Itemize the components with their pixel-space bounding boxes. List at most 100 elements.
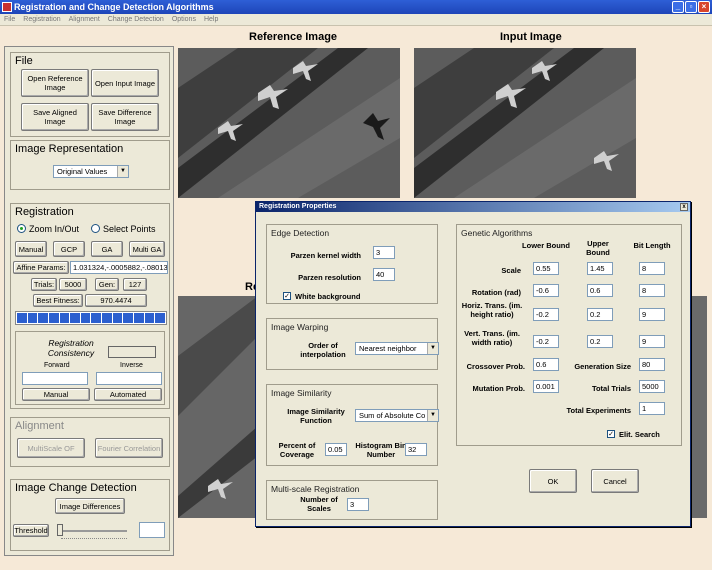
total-trials-label: Total Trials	[591, 384, 631, 393]
image-representation-group: Image Representation Original Values ▼	[10, 140, 170, 190]
affine-params-button[interactable]: Affine Params:	[13, 261, 69, 274]
automated-consistency-button[interactable]: Automated	[94, 388, 162, 401]
progress-segment	[48, 313, 59, 323]
number-of-scales-field[interactable]: 3	[347, 498, 369, 511]
registration-title: Registration	[15, 206, 74, 218]
interpolation-select[interactable]: Nearest neighbor ▼	[355, 342, 439, 355]
multiscale-of-button[interactable]: MultiScale OF	[17, 438, 85, 458]
best-fitness-label: Best Fitness:	[33, 294, 83, 307]
reference-image[interactable]	[178, 48, 400, 198]
ga-bits-field[interactable]: 8	[639, 284, 665, 297]
ga-progress-bar	[15, 311, 167, 325]
representation-select[interactable]: Original Values ▼	[53, 165, 129, 178]
mutation-field[interactable]: 0.001	[533, 380, 559, 393]
generation-size-label: Generation Size	[574, 362, 631, 371]
image-warping-title: Image Warping	[271, 322, 329, 332]
image-differences-button[interactable]: Image Differences	[55, 498, 125, 514]
ga-lower-field[interactable]: -0.2	[533, 335, 559, 348]
ga-upper-field[interactable]: 0.2	[587, 308, 613, 321]
ga-lower-field[interactable]: -0.2	[533, 308, 559, 321]
affine-params-field[interactable]: 1.031324,-.0005882,-.080137,-.099	[70, 261, 168, 274]
ga-lower-field[interactable]: 0.55	[533, 262, 559, 275]
chevron-down-icon: ▼	[427, 410, 438, 421]
coverage-field[interactable]: 0.05	[325, 443, 347, 456]
similarity-function-label: Image Similarity Function	[287, 407, 345, 425]
threshold-field[interactable]	[139, 522, 165, 538]
ga-row-label: Rotation (rad)	[471, 288, 521, 297]
progress-segment	[155, 313, 165, 323]
ok-button[interactable]: OK	[529, 469, 577, 493]
menu-alignment[interactable]: Alignment	[65, 14, 104, 26]
control-panel: File Open Reference Image Open Input Ima…	[4, 46, 174, 556]
ga-upper-field[interactable]: 1.45	[587, 262, 613, 275]
similarity-function-value: Sum of Absolute Co	[359, 411, 426, 420]
select-points-radio[interactable]	[91, 224, 100, 233]
upper-bound-header: Upper Bound	[586, 239, 610, 257]
result-image[interactable]	[178, 296, 258, 518]
multiscale-registration-title: Multi-scale Registration	[271, 484, 360, 494]
manual-reg-button[interactable]: Manual	[15, 241, 47, 257]
cancel-button[interactable]: Cancel	[591, 469, 639, 493]
menu-change-detection[interactable]: Change Detection	[104, 14, 168, 26]
parzen-resolution-field[interactable]: 40	[373, 268, 395, 281]
white-background-checkbox[interactable]: ✓	[283, 292, 291, 300]
zoom-radio[interactable]	[17, 224, 26, 233]
menu-options[interactable]: Options	[168, 14, 200, 26]
ga-bits-field[interactable]: 8	[639, 262, 665, 275]
zoom-label: Zoom In/Out	[29, 224, 80, 234]
threshold-slider-track[interactable]	[57, 530, 127, 532]
progress-segment	[80, 313, 91, 323]
input-image[interactable]	[414, 48, 636, 198]
threshold-slider-ticks	[61, 538, 127, 542]
ga-button[interactable]: GA	[91, 241, 123, 257]
dialog-close-button[interactable]: x	[680, 203, 688, 211]
select-points-label: Select Points	[103, 224, 156, 234]
crossover-field[interactable]: 0.6	[533, 358, 559, 371]
maximize-button[interactable]: ▫	[685, 1, 697, 13]
ga-upper-field[interactable]: 0.2	[587, 335, 613, 348]
multi-ga-button[interactable]: Multi GA	[129, 241, 165, 257]
close-button[interactable]: ×	[698, 1, 710, 13]
ga-lower-field[interactable]: -0.6	[533, 284, 559, 297]
difference-image-partial[interactable]	[691, 296, 707, 518]
total-trials-field[interactable]: 5000	[639, 380, 665, 393]
kernel-width-label: Parzen kernel width	[290, 251, 361, 260]
ga-bits-field[interactable]: 9	[639, 308, 665, 321]
chevron-down-icon: ▼	[117, 166, 128, 177]
alignment-title: Alignment	[15, 420, 64, 432]
manual-consistency-button[interactable]: Manual	[22, 388, 90, 401]
progress-segment	[144, 313, 155, 323]
forward-field[interactable]	[22, 372, 88, 385]
fourier-correlation-button[interactable]: Fourier Correlation	[95, 438, 163, 458]
open-input-button[interactable]: Open Input Image	[91, 69, 159, 97]
consistency-display	[108, 346, 156, 358]
threshold-slider-handle[interactable]	[57, 524, 63, 536]
edge-detection-group: Edge Detection Parzen kernel width 3 Par…	[266, 224, 438, 304]
elit-search-label: Elit. Search	[619, 430, 660, 439]
save-difference-button[interactable]: Save Difference Image	[91, 103, 159, 131]
progress-segment	[17, 313, 27, 323]
menu-help[interactable]: Help	[200, 14, 222, 26]
progress-segment	[91, 313, 102, 323]
bin-number-field[interactable]: 32	[405, 443, 427, 456]
kernel-width-field[interactable]: 3	[373, 246, 395, 259]
file-group: File Open Reference Image Open Input Ima…	[10, 52, 170, 137]
menu-registration[interactable]: Registration	[19, 14, 64, 26]
gcp-button[interactable]: GCP	[53, 241, 85, 257]
generation-size-field[interactable]: 80	[639, 358, 665, 371]
file-group-title: File	[15, 55, 33, 67]
progress-segment	[123, 313, 134, 323]
minimize-button[interactable]: _	[672, 1, 684, 13]
crossover-label: Crossover Prob.	[466, 362, 525, 371]
menu-bar: File Registration Alignment Change Detectio…	[0, 14, 712, 26]
similarity-function-select[interactable]: Sum of Absolute Co ▼	[355, 409, 439, 422]
elit-search-checkbox[interactable]: ✓	[607, 430, 615, 438]
menu-file[interactable]: File	[0, 14, 19, 26]
inverse-field[interactable]	[96, 372, 162, 385]
ga-bits-field[interactable]: 9	[639, 335, 665, 348]
registration-group: Registration Zoom In/Out Select Points M…	[10, 203, 170, 409]
open-reference-button[interactable]: Open Reference Image	[21, 69, 89, 97]
total-experiments-field[interactable]: 1	[639, 402, 665, 415]
save-aligned-button[interactable]: Save Aligned Image	[21, 103, 89, 131]
ga-upper-field[interactable]: 0.6	[587, 284, 613, 297]
